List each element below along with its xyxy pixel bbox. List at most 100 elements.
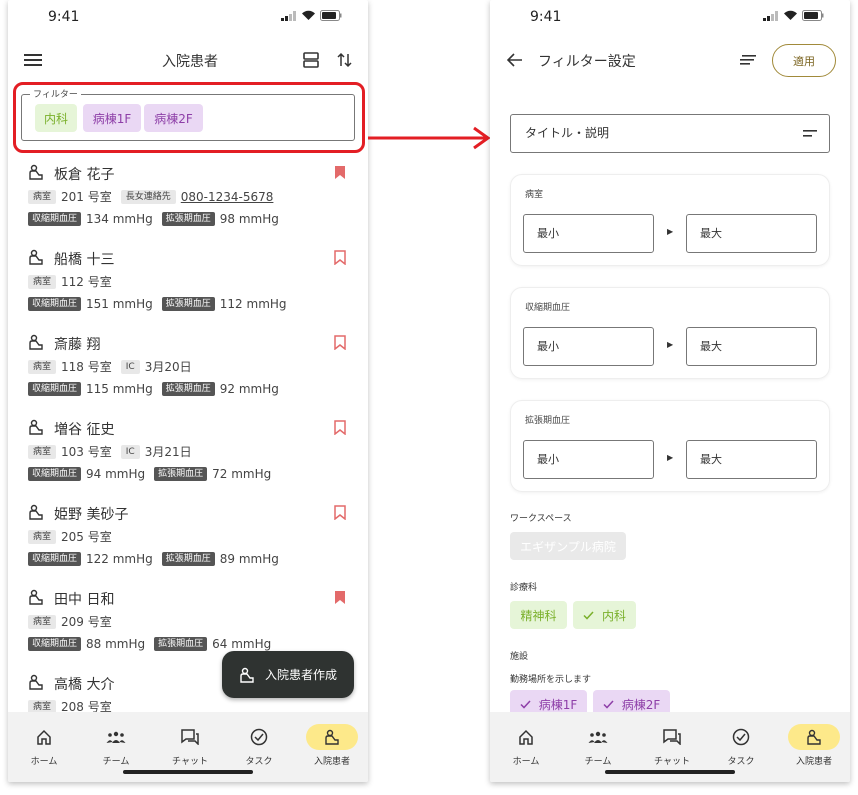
filter-settings-screen: 9:41 フィルター設定 適用 病室▶収縮期血圧▶拡張期血圧▶ ワークスペース …: [490, 0, 850, 782]
range-label: 病室: [525, 190, 544, 200]
patient-row[interactable]: 増谷 征史 病室 103 号室 IC 3月21日 収縮期血圧 94 mmHg 拡張期血圧 72 …: [8, 419, 368, 504]
nav-label: タスク: [727, 757, 755, 767]
home-icon: [496, 724, 556, 750]
patient-row[interactable]: 板倉 花子 病室 201 号室 長女連絡先 080-1234-5678 収縮期血圧 134 …: [8, 164, 368, 249]
dept-chip-psychiatry[interactable]: 精神科: [510, 601, 567, 629]
range-min-field[interactable]: [523, 214, 654, 253]
title-description-input[interactable]: [525, 126, 785, 140]
nav-item[interactable]: ホーム: [14, 724, 74, 770]
range-min-input[interactable]: [537, 340, 637, 353]
blood-pressure-line: 収縮期血圧 94 mmHg 拡張期血圧 72 mmHg: [28, 467, 271, 481]
extra-value: 3月20日: [144, 360, 192, 374]
room-value: 112 号室: [61, 275, 112, 289]
filter-chip-internal[interactable]: 内科: [35, 104, 77, 132]
systolic-tag: 収縮期血圧: [28, 637, 82, 651]
wifi-icon: [784, 10, 797, 20]
title-description-field[interactable]: [510, 114, 830, 153]
patient-row[interactable]: 姫野 美砂子 病室 205 号室 収縮期血圧 122 mmHg 拡張期血圧 89 mmHg: [8, 504, 368, 589]
extra-value[interactable]: 080-1234-5678: [181, 190, 274, 204]
nav-label: チャット: [654, 757, 690, 767]
room-line: 病室 209 号室: [28, 613, 112, 630]
range-max-input[interactable]: [700, 453, 800, 466]
facility-label: 施設: [510, 652, 529, 662]
team-icon: [86, 724, 146, 750]
range-min-field[interactable]: [523, 440, 654, 479]
patient-row[interactable]: 斎藤 翔病室 118 号室 IC 3月20日 収縮期血圧 115 mmHg 拡張期血圧 92 …: [8, 334, 368, 419]
status-time: 9:41: [530, 9, 562, 25]
range-max-input[interactable]: [700, 340, 800, 353]
department-label: 診療科: [510, 583, 538, 593]
status-bar: 9:41: [8, 0, 368, 34]
nav-label: ホーム: [512, 757, 540, 767]
patient-icon: [28, 589, 44, 609]
nav-item[interactable]: チャット: [160, 724, 220, 770]
room-value: 205 号室: [61, 530, 112, 544]
dept-chip-internal[interactable]: 内科: [573, 601, 636, 629]
dept-chip-label: 内科: [601, 608, 626, 623]
systolic-value: 88 mmHg: [86, 637, 146, 651]
systolic-tag: 収縮期血圧: [28, 552, 82, 566]
nav-item[interactable]: チーム: [568, 724, 628, 770]
create-patient-button[interactable]: 入院患者作成: [222, 651, 354, 698]
patient-icon: [28, 419, 44, 439]
team-icon: [568, 724, 628, 750]
task-icon: [229, 724, 289, 750]
range-max-field[interactable]: [686, 327, 817, 366]
bookmark-outline-icon[interactable]: [334, 420, 346, 439]
back-arrow-icon[interactable]: [504, 50, 526, 70]
bookmark-outline-icon[interactable]: [334, 335, 346, 354]
bottom-navigation: ホーム チーム チャット タスク 入院患者: [8, 712, 368, 782]
patient-name: 板倉 花子: [54, 167, 115, 183]
app-header: 入院患者: [8, 40, 368, 80]
room-value: 118 号室: [61, 360, 112, 374]
patient-name: 高橋 大介: [54, 677, 115, 693]
range-max-field[interactable]: [686, 440, 817, 479]
patient-name: 斎藤 翔: [54, 337, 101, 353]
range-max-field[interactable]: [686, 214, 817, 253]
nav-item[interactable]: タスク: [229, 724, 289, 770]
diastolic-value: 98 mmHg: [219, 212, 279, 226]
room-value: 209 号室: [61, 615, 112, 629]
task-icon: [711, 724, 771, 750]
menu-icon[interactable]: [22, 50, 44, 70]
nav-label: 入院患者: [313, 757, 350, 767]
patient-row[interactable]: 船橋 十三 病室 112 号室 収縮期血圧 151 mmHg 拡張期血圧 112 mmHg: [8, 249, 368, 334]
check-icon: [520, 699, 531, 709]
view-toggle-icon[interactable]: [300, 50, 322, 70]
bookmark-outline-icon[interactable]: [334, 250, 346, 269]
filter-legend: フィルター: [30, 87, 81, 100]
filter-lines-icon[interactable]: [738, 52, 758, 68]
diastolic-value: 72 mmHg: [212, 467, 272, 481]
nav-item[interactable]: 入院患者: [302, 724, 362, 770]
range-max-input[interactable]: [700, 227, 800, 240]
patient-icon: [28, 674, 44, 694]
nav-item[interactable]: チーム: [86, 724, 146, 770]
home-indicator: [123, 770, 253, 774]
range-min-input[interactable]: [537, 453, 637, 466]
check-icon: [583, 610, 594, 620]
sort-icon[interactable]: [334, 50, 356, 70]
bookmark-outline-icon[interactable]: [334, 505, 346, 524]
range-min-field[interactable]: [523, 327, 654, 366]
systolic-value: 94 mmHg: [86, 467, 146, 481]
nav-label: タスク: [245, 757, 273, 767]
bookmark-filled-icon[interactable]: [334, 590, 346, 609]
diastolic-value: 64 mmHg: [212, 637, 272, 651]
filter-chip-ward1f[interactable]: 病棟1F: [83, 104, 141, 132]
nav-item[interactable]: チャット: [642, 724, 702, 770]
apply-button[interactable]: 適用: [772, 44, 836, 77]
nav-item[interactable]: タスク: [711, 724, 771, 770]
diastolic-value: 112 mmHg: [219, 297, 287, 311]
patient-name: 増谷 征史: [54, 422, 115, 438]
wifi-icon: [302, 10, 315, 20]
filter-chip-ward2f[interactable]: 病棟2F: [144, 104, 203, 132]
room-tag: 病室: [28, 274, 57, 289]
diastolic-tag: 拡張期血圧: [161, 552, 215, 566]
bookmark-filled-icon[interactable]: [334, 165, 346, 184]
range-min-input[interactable]: [537, 227, 637, 240]
blood-pressure-line: 収縮期血圧 151 mmHg 拡張期血圧 112 mmHg: [28, 297, 287, 311]
patient-icon: [788, 724, 840, 750]
nav-item[interactable]: ホーム: [496, 724, 556, 770]
nav-item[interactable]: 入院患者: [784, 724, 844, 770]
page-title: 入院患者: [162, 54, 218, 70]
